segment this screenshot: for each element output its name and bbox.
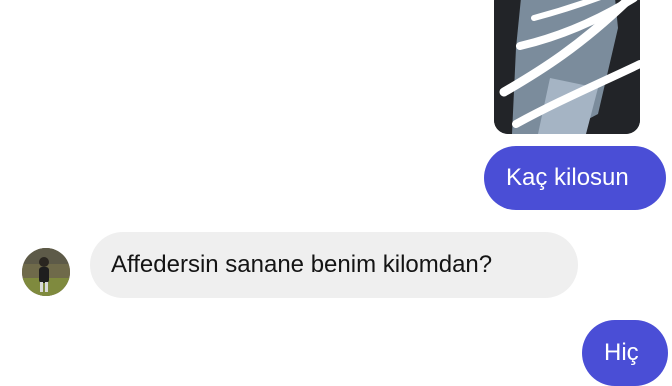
message-text: Hiç [604, 339, 639, 366]
message-text: Kaç kilosun [506, 164, 629, 191]
incoming-message-bubble[interactable]: Affedersin sanane benim kilomdan? [90, 232, 578, 298]
message-text: Affedersin sanane benim kilomdan? [111, 251, 493, 278]
shared-photo[interactable] [494, 0, 640, 134]
contact-avatar[interactable] [22, 248, 70, 296]
shared-photo-image [494, 0, 640, 134]
outgoing-message-bubble[interactable]: Hiç [582, 320, 668, 386]
outgoing-message-bubble[interactable]: Kaç kilosun [484, 146, 666, 210]
avatar-image [22, 248, 70, 296]
